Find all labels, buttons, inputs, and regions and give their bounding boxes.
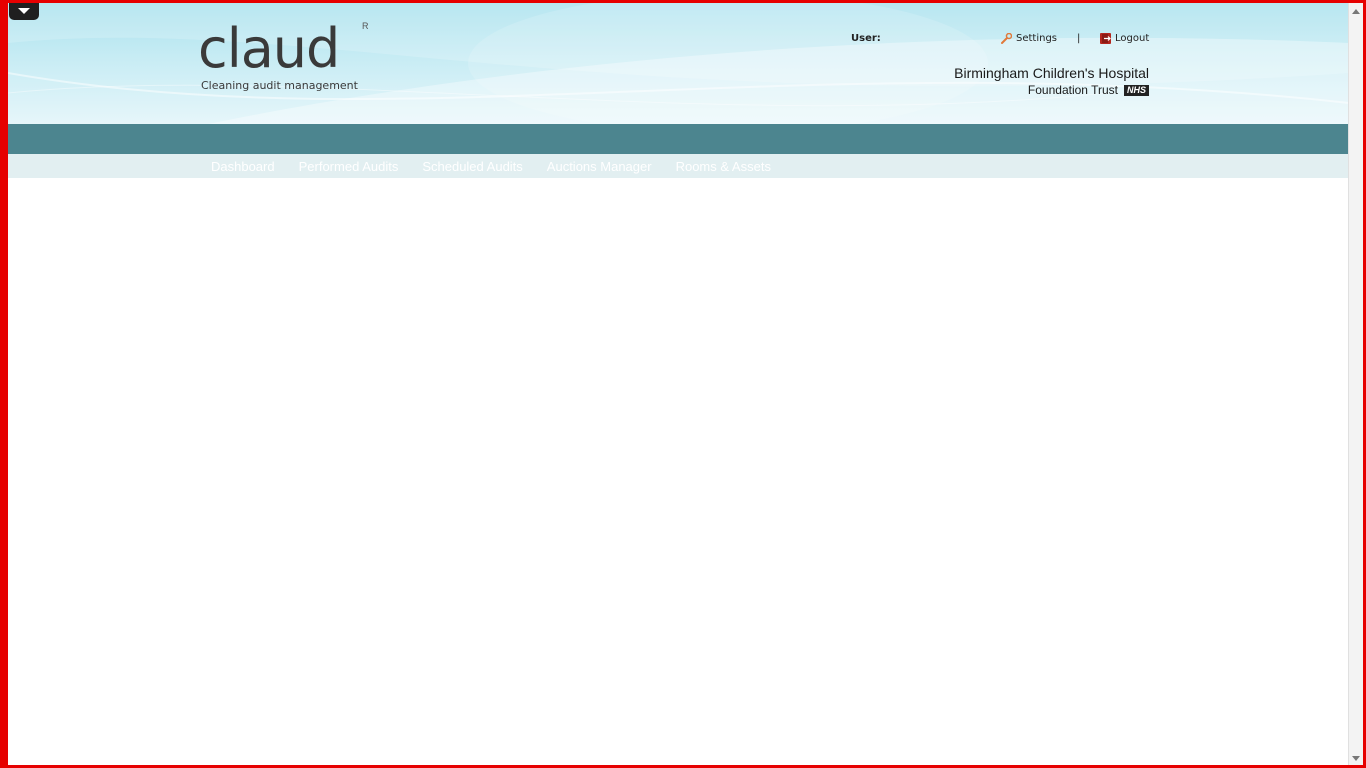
vertical-scrollbar[interactable] bbox=[1348, 3, 1363, 765]
header-separator: | bbox=[1077, 33, 1081, 44]
claud-logo[interactable]: claud R Cleaning audit management bbox=[198, 17, 378, 97]
organization-subtitle: Foundation Trust NHS bbox=[1028, 83, 1149, 97]
scroll-up-arrow-icon[interactable] bbox=[1352, 9, 1360, 14]
nav-item-scheduled-audits[interactable]: Scheduled Audits bbox=[422, 159, 522, 174]
nav-item-rooms-assets[interactable]: Rooms & Assets bbox=[676, 159, 771, 174]
nav-item-dashboard[interactable]: Dashboard bbox=[211, 159, 275, 174]
logout-door-icon bbox=[1100, 33, 1111, 44]
navbar-edge bbox=[0, 124, 8, 154]
main-content bbox=[8, 178, 1349, 765]
nhs-logo: NHS bbox=[1123, 84, 1149, 96]
main-navbar bbox=[8, 124, 1349, 154]
logo-tagline: Cleaning audit management bbox=[201, 79, 358, 92]
settings-link[interactable]: Settings bbox=[1001, 32, 1058, 44]
wrench-icon bbox=[1001, 32, 1013, 44]
organization-name: Birmingham Children's Hospital bbox=[954, 65, 1149, 81]
settings-label: Settings bbox=[1016, 33, 1058, 44]
organization-sub-label: Foundation Trust bbox=[1027, 83, 1118, 97]
chevron-down-icon bbox=[18, 8, 30, 14]
nav-item-auctions-manager[interactable]: Auctions Manager bbox=[547, 159, 652, 174]
nav-items: Dashboard Performed Audits Scheduled Aud… bbox=[211, 154, 771, 178]
dropdown-toggle-button[interactable] bbox=[9, 3, 39, 20]
header-banner: claud R Cleaning audit management User: … bbox=[8, 3, 1349, 124]
app-window: claud R Cleaning audit management User: … bbox=[0, 0, 1366, 768]
sub-navigation: Dashboard Performed Audits Scheduled Aud… bbox=[8, 154, 1349, 178]
user-label: User: bbox=[851, 33, 881, 44]
registered-mark: R bbox=[362, 21, 369, 31]
logout-label: Logout bbox=[1115, 33, 1150, 44]
logo-wordmark: claud bbox=[198, 17, 340, 80]
logout-link[interactable]: Logout bbox=[1100, 33, 1149, 44]
scroll-down-arrow-icon[interactable] bbox=[1352, 756, 1360, 761]
nav-item-performed-audits[interactable]: Performed Audits bbox=[299, 159, 399, 174]
